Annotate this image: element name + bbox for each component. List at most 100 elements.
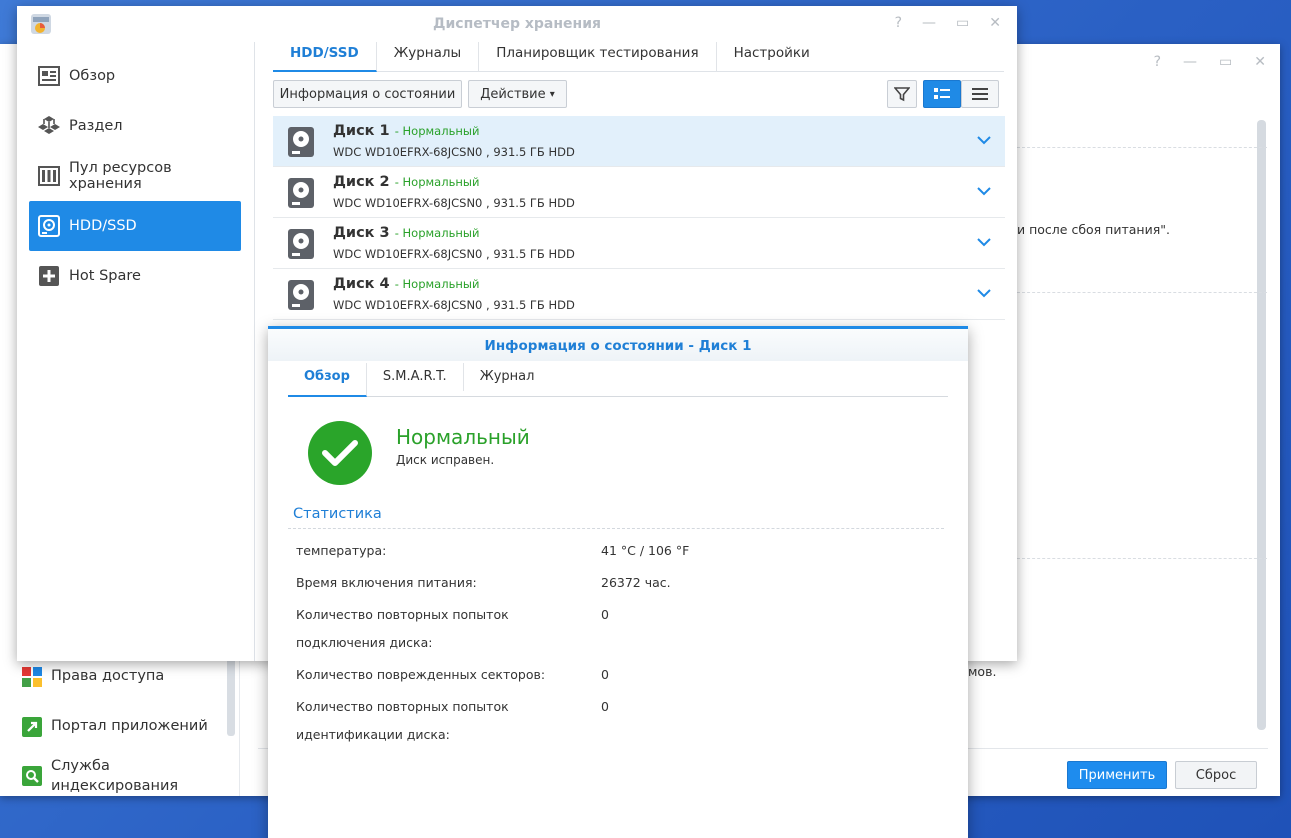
disk-status: - Нормальный xyxy=(394,226,480,240)
tab-logs[interactable]: Журналы xyxy=(377,42,480,72)
close-icon[interactable]: ✕ xyxy=(1254,54,1266,70)
tab-log[interactable]: Журнал xyxy=(464,363,551,391)
sidebar-item-label: Обзор xyxy=(69,68,116,84)
stat-label-identification-retries: Количество повторных попыток идентификац… xyxy=(296,699,509,742)
divider xyxy=(288,528,944,529)
chevron-down-icon[interactable] xyxy=(977,186,991,196)
health-info-button[interactable]: Информация о состоянии xyxy=(273,80,462,108)
maximize-icon[interactable]: ▭ xyxy=(956,15,969,31)
divider xyxy=(1017,147,1267,148)
health-info-dialog: Информация о состоянии - Диск 1 Обзор S.… xyxy=(268,326,968,838)
disk-row[interactable]: Диск 4 - Нормальный WDC WD10EFRX-68JCSN0… xyxy=(273,269,1005,320)
sidebar-item-label: Пул ресурсов хранения xyxy=(69,160,172,192)
disk-status: - Нормальный xyxy=(394,277,480,291)
sidebar-item-hot-spare[interactable]: Hot Spare xyxy=(29,251,241,301)
window-controls: ? — ▭ ✕ xyxy=(895,15,1001,31)
sidebar-item-label: Hot Spare xyxy=(69,268,141,284)
main-tabs: HDD/SSD Журналы Планировщик тестирования… xyxy=(273,42,1004,72)
sidebar-item-access-rights[interactable]: Права доступа xyxy=(22,666,221,687)
stat-value-identification-retries: 0 xyxy=(601,699,609,714)
help-icon[interactable]: ? xyxy=(895,15,902,31)
indexing-service-icon xyxy=(22,766,42,786)
stat-value-reconnection-retries: 0 xyxy=(601,607,609,622)
disk-name: Диск 2 - Нормальный xyxy=(333,174,480,190)
sidebar-item-label: HDD/SSD xyxy=(69,218,137,234)
back-window-controls: ? — ▭ ✕ xyxy=(1154,54,1266,70)
reset-button[interactable]: Сброс xyxy=(1175,761,1257,789)
sidebar-item-volume[interactable]: Раздел xyxy=(29,101,241,151)
content-scrollbar[interactable] xyxy=(1257,120,1266,730)
stat-label-bad-sectors: Количество поврежденных секторов: xyxy=(296,667,546,682)
stat-label-reconnection-retries: Количество повторных попыток подключения… xyxy=(296,607,509,650)
chevron-down-icon[interactable] xyxy=(977,237,991,247)
stat-value-bad-sectors: 0 xyxy=(601,667,609,682)
disk-model: WDC WD10EFRX-68JCSN0 , 931.5 ГБ HDD xyxy=(333,196,575,210)
sidebar-item-label: Раздел xyxy=(69,118,123,134)
disk-model: WDC WD10EFRX-68JCSN0 , 931.5 ГБ HDD xyxy=(333,145,575,159)
settings-description: мов. xyxy=(968,664,997,679)
divider xyxy=(1017,292,1267,293)
overview-icon xyxy=(38,65,60,87)
disk-status: - Нормальный xyxy=(394,175,480,189)
minimize-icon[interactable]: — xyxy=(1183,54,1197,70)
disk-model: WDC WD10EFRX-68JCSN0 , 931.5 ГБ HDD xyxy=(333,247,575,261)
tab-smart[interactable]: S.M.A.R.T. xyxy=(367,363,464,391)
window-title: Диспетчер хранения xyxy=(433,16,601,32)
apply-button[interactable]: Применить xyxy=(1067,761,1167,789)
dropdown-caret-icon: ▾ xyxy=(549,88,555,100)
tab-overview[interactable]: Обзор xyxy=(288,363,367,397)
hdd-icon xyxy=(288,178,314,208)
sidebar-item-label: Портал приложений xyxy=(51,718,208,734)
list-icon xyxy=(972,88,988,100)
filter-icon xyxy=(894,87,910,102)
sidebar-item-app-portal[interactable]: Портал приложений xyxy=(22,716,221,737)
tab-settings[interactable]: Настройки xyxy=(717,42,827,72)
chevron-down-icon[interactable] xyxy=(977,288,991,298)
stat-label-power-on-time: Время включения питания: xyxy=(296,575,477,590)
checkmark-icon xyxy=(322,440,358,466)
hdd-icon xyxy=(38,215,60,237)
access-rights-icon xyxy=(22,667,42,687)
dialog-tabs: Обзор S.M.A.R.T. Журнал xyxy=(288,363,948,397)
list-view-button[interactable] xyxy=(961,80,999,108)
sidebar-item-storage-pool[interactable]: Пул ресурсов хранения xyxy=(29,151,241,201)
maximize-icon[interactable]: ▭ xyxy=(1219,54,1232,70)
help-icon[interactable]: ? xyxy=(1154,54,1161,70)
dialog-title[interactable]: Информация о состоянии - Диск 1 xyxy=(268,329,968,361)
sidebar-item-indexing-service[interactable]: Служба индексирования xyxy=(22,756,221,796)
action-button[interactable]: Действие ▾ xyxy=(468,80,567,108)
statistics-heading: Статистика xyxy=(293,506,382,522)
chevron-down-icon[interactable] xyxy=(977,135,991,145)
hdd-icon xyxy=(288,280,314,310)
sidebar-item-label: Служба индексирования xyxy=(51,758,179,794)
minimize-icon[interactable]: — xyxy=(922,15,936,31)
divider xyxy=(1017,558,1267,559)
settings-description: и после сбоя питания". xyxy=(1017,222,1170,237)
disk-status: - Нормальный xyxy=(394,124,480,138)
hdd-icon xyxy=(288,229,314,259)
stat-label-temperature: температура: xyxy=(296,543,387,558)
tab-test-scheduler[interactable]: Планировщик тестирования xyxy=(479,42,717,72)
detail-list-icon xyxy=(934,88,950,99)
stat-value-temperature: 41 °C / 106 °F xyxy=(601,543,690,558)
disk-name: Диск 4 - Нормальный xyxy=(333,276,480,292)
close-icon[interactable]: ✕ xyxy=(989,15,1001,31)
storage-sidebar: Обзор Раздел Пул ресурсов хранения HDD/S… xyxy=(17,42,255,661)
filter-button[interactable] xyxy=(887,80,917,108)
disk-row[interactable]: Диск 2 - Нормальный WDC WD10EFRX-68JCSN0… xyxy=(273,167,1005,218)
tab-hdd-ssd[interactable]: HDD/SSD xyxy=(273,42,377,72)
app-portal-icon xyxy=(22,717,42,737)
volume-icon xyxy=(38,115,60,137)
disk-row[interactable]: Диск 3 - Нормальный WDC WD10EFRX-68JCSN0… xyxy=(273,218,1005,269)
sidebar-item-overview[interactable]: Обзор xyxy=(29,51,241,101)
hdd-icon xyxy=(288,127,314,157)
disk-row[interactable]: Диск 1 - Нормальный WDC WD10EFRX-68JCSN0… xyxy=(273,116,1005,167)
status-ok-icon xyxy=(308,421,372,485)
detail-view-button[interactable] xyxy=(923,80,961,108)
hot-spare-icon xyxy=(38,265,60,287)
status-title: Нормальный xyxy=(396,425,530,449)
sidebar-item-label: Права доступа xyxy=(51,668,165,684)
disk-name: Диск 3 - Нормальный xyxy=(333,225,480,241)
action-button-label: Действие xyxy=(480,86,546,102)
sidebar-item-hdd-ssd[interactable]: HDD/SSD xyxy=(29,201,241,251)
